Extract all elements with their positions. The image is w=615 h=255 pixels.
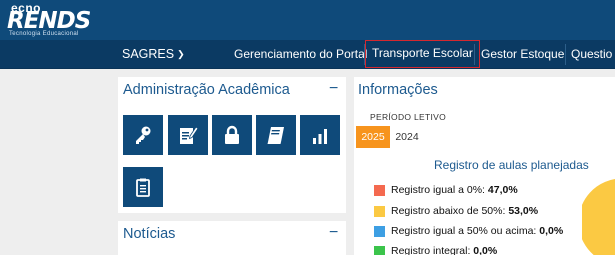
pie-slices bbox=[582, 178, 615, 255]
legend-swatch bbox=[374, 246, 385, 255]
book-icon bbox=[267, 127, 284, 144]
noticias-collapse-button[interactable]: − bbox=[329, 224, 338, 242]
book-tile[interactable] bbox=[256, 115, 296, 155]
key-tile[interactable] bbox=[123, 115, 163, 155]
edit-document-tile[interactable] bbox=[168, 115, 208, 155]
sagres-menu[interactable]: SAGRES ❯ bbox=[122, 47, 185, 61]
edit-document-icon bbox=[180, 126, 198, 144]
nav-divider bbox=[565, 44, 566, 65]
legend-value: 53,0% bbox=[508, 205, 539, 217]
admin-academica-panel: Administração Acadêmica − bbox=[118, 77, 346, 213]
chart-title: Registro de aulas planejadas bbox=[434, 158, 589, 172]
nav-divider bbox=[474, 44, 475, 65]
tab-2025[interactable]: 2025 bbox=[356, 126, 390, 148]
pie-slice[interactable] bbox=[582, 178, 615, 255]
chevron-down-icon: ❯ bbox=[177, 49, 185, 59]
legend-value: 0,0% bbox=[539, 225, 564, 237]
clipboard-icon bbox=[136, 178, 150, 197]
info-panel-title: Informações bbox=[358, 82, 438, 98]
lock-tile[interactable] bbox=[212, 115, 252, 155]
legend-label: Registro igual a 50% ou acima: bbox=[391, 225, 540, 237]
pie-chart bbox=[582, 178, 615, 255]
noticias-panel-title: Notícias bbox=[123, 226, 176, 242]
tecnotrends-logo[interactable]: ecno RENDS Tecnologia Educacional bbox=[3, 1, 108, 40]
legend-value: 0,0% bbox=[473, 245, 498, 255]
logo-tagline: Tecnologia Educacional bbox=[9, 31, 79, 37]
nav-gerenciamento-portal[interactable]: Gerenciamento do Portal bbox=[234, 40, 367, 69]
bar-chart-icon bbox=[313, 129, 327, 144]
key-icon bbox=[136, 126, 151, 144]
legend-swatch bbox=[374, 185, 385, 196]
noticias-panel: Notícias − bbox=[118, 221, 346, 255]
admin-panel-title: Administração Acadêmica bbox=[123, 82, 290, 98]
top-header: ecno RENDS Tecnologia Educacional bbox=[0, 0, 615, 40]
main-navbar: SAGRES ❯ Gerenciamento do Portal Transpor… bbox=[0, 40, 615, 69]
legend-label: Registro integral: bbox=[391, 245, 474, 255]
nav-gestor-estoque[interactable]: Gestor Estoque bbox=[481, 40, 564, 69]
lock-icon bbox=[225, 125, 239, 144]
clipboard-tile[interactable] bbox=[123, 167, 163, 207]
legend-label: Registro igual a 0%: bbox=[391, 184, 488, 196]
bar-chart-tile[interactable] bbox=[300, 115, 340, 155]
periodo-letivo-label: PERÍODO LETIVO bbox=[370, 112, 446, 122]
tab-2024[interactable]: 2024 bbox=[390, 126, 424, 148]
legend-swatch bbox=[374, 226, 385, 237]
admin-collapse-button[interactable]: − bbox=[329, 80, 338, 98]
legend-value: 47,0% bbox=[487, 184, 518, 196]
legend-swatch bbox=[374, 206, 385, 217]
nav-transporte-escolar[interactable]: Transporte Escolar bbox=[365, 40, 480, 68]
nav-questionarios[interactable]: Questio bbox=[571, 40, 612, 69]
legend-label: Registro abaixo de 50%: bbox=[391, 205, 509, 217]
sagres-label: SAGRES bbox=[122, 47, 175, 61]
